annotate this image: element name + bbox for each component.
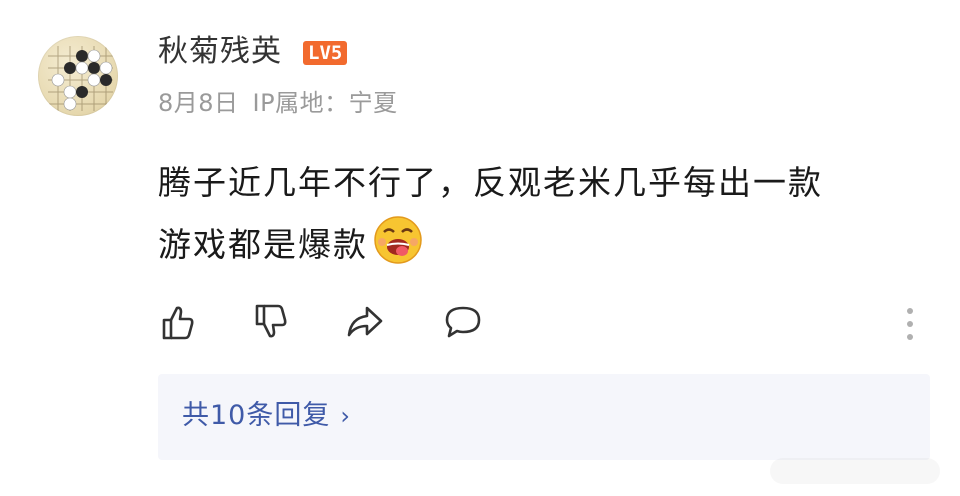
- watermark: [770, 458, 940, 484]
- like-icon: [162, 306, 194, 340]
- dislike-icon: [255, 304, 287, 338]
- comment-line-1: 腾子近几年不行了，反观老米几乎每出一款: [158, 163, 823, 202]
- view-replies-link[interactable]: 共10条回复 ›: [182, 396, 351, 436]
- drooling-face-emoji-icon: [374, 216, 422, 264]
- comment-meta: 8月8日 IP属地：宁夏: [158, 86, 412, 120]
- replies-panel: 共10条回复 ›: [158, 374, 930, 460]
- comment-button[interactable]: [441, 300, 485, 344]
- comment-line-2-text: 游戏都是爆款: [158, 225, 368, 264]
- more-options-button[interactable]: [898, 305, 922, 345]
- go-board-avatar-image: [48, 46, 113, 111]
- comment-line-2: 游戏都是爆款: [158, 214, 938, 276]
- replies-count-label: 共10条回复: [182, 400, 331, 431]
- share-icon: [347, 306, 383, 337]
- username[interactable]: 秋菊残英: [158, 32, 282, 72]
- more-icon: [907, 308, 913, 340]
- like-button[interactable]: [156, 300, 200, 344]
- action-bar: [0, 300, 960, 348]
- comment-text: 腾子近几年不行了，反观老米几乎每出一款 游戏都是爆款: [158, 152, 938, 276]
- comment-date: 8月8日: [158, 89, 239, 117]
- dislike-button[interactable]: [249, 300, 293, 344]
- comment-icon: [445, 306, 481, 338]
- chevron-right-icon: ›: [340, 402, 351, 430]
- ip-location: IP属地：宁夏: [252, 89, 398, 117]
- level-badge: LV5: [303, 41, 348, 65]
- avatar[interactable]: [38, 36, 118, 116]
- share-button[interactable]: [343, 300, 387, 344]
